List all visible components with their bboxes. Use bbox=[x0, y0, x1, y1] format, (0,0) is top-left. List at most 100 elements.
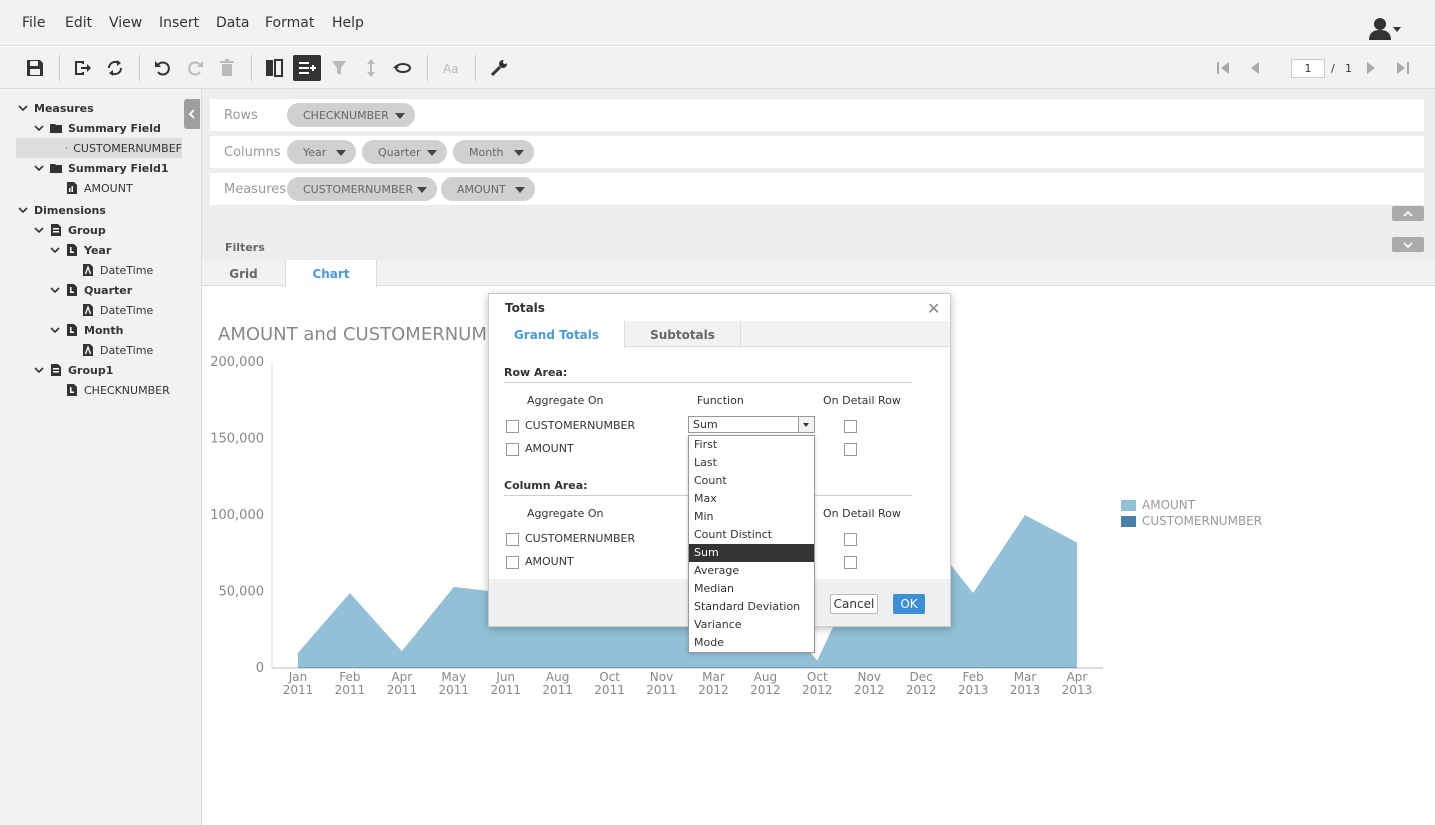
x-tick-label-year: 2013 bbox=[958, 683, 989, 697]
tab-grid[interactable]: Grid bbox=[202, 260, 286, 287]
tree-summary-field[interactable]: Summary Field bbox=[34, 118, 161, 138]
attribute-icon bbox=[83, 344, 93, 356]
expand-filters-button[interactable] bbox=[1392, 237, 1424, 252]
dialog-tabs: Grand Totals Subtotals bbox=[489, 321, 950, 348]
x-tick-label-year: 2011 bbox=[594, 683, 625, 697]
function-option-last[interactable]: Last bbox=[689, 454, 814, 472]
col-customernumber-checkbox[interactable] bbox=[506, 533, 519, 546]
folder-icon bbox=[50, 124, 62, 133]
x-tick-label: Mar bbox=[1014, 670, 1037, 684]
function-option-count-distinct[interactable]: Count Distinct bbox=[689, 526, 814, 544]
function-option-average[interactable]: Average bbox=[689, 562, 814, 580]
y-tick-label: 200,000 bbox=[210, 355, 264, 370]
measures-pill-amount[interactable]: AMOUNT bbox=[441, 177, 535, 201]
ok-button[interactable]: OK bbox=[893, 594, 925, 614]
measures-pill-customernumber[interactable]: CUSTOMERNUMBER bbox=[287, 177, 437, 201]
function-select[interactable]: Sum bbox=[688, 416, 815, 433]
row-customernumber-checkbox[interactable] bbox=[506, 420, 519, 433]
tab-subtotals[interactable]: Subtotals bbox=[625, 321, 741, 348]
x-tick-label-year: 2012 bbox=[750, 683, 781, 697]
function-option-min[interactable]: Min bbox=[689, 508, 814, 526]
tree-month[interactable]: Month bbox=[50, 320, 123, 340]
rows-pill-checknumber[interactable]: CHECKNUMBER bbox=[287, 103, 415, 127]
menu-file[interactable]: File bbox=[22, 15, 45, 31]
x-tick-label: Oct bbox=[807, 670, 828, 684]
legend-item-customernumber[interactable]: CUSTOMERNUMBER bbox=[1121, 514, 1262, 528]
legend-item-amount[interactable]: AMOUNT bbox=[1121, 498, 1195, 512]
columns-pill-year[interactable]: Year bbox=[287, 140, 356, 164]
save-icon[interactable] bbox=[23, 56, 47, 80]
tree-month-datetime[interactable]: DateTime bbox=[82, 340, 153, 360]
tree-checknumber[interactable]: CHECKNUMBER bbox=[66, 380, 170, 400]
col-amount-detail-checkbox[interactable] bbox=[844, 556, 857, 569]
function-option-mode[interactable]: Mode bbox=[689, 634, 814, 652]
tree-group[interactable]: Group bbox=[34, 220, 106, 240]
first-page-icon[interactable] bbox=[1211, 56, 1235, 80]
function-option-standard-deviation[interactable]: Standard Deviation bbox=[689, 598, 814, 616]
prev-page-icon[interactable] bbox=[1243, 56, 1267, 80]
add-totals-icon[interactable] bbox=[293, 55, 321, 81]
x-tick-label-year: 2011 bbox=[439, 683, 470, 697]
cancel-button[interactable]: Cancel bbox=[830, 594, 878, 614]
tree-customernumber[interactable]: CUSTOMERNUMBEF bbox=[16, 138, 182, 158]
row-amount-label: AMOUNT bbox=[525, 442, 574, 455]
tree-amount[interactable]: AMOUNT bbox=[66, 178, 133, 198]
collapse-up-button[interactable] bbox=[1392, 206, 1424, 221]
page-number-input[interactable] bbox=[1291, 59, 1325, 78]
refresh-icon[interactable] bbox=[103, 56, 127, 80]
tree-year-datetime[interactable]: DateTime bbox=[82, 260, 153, 280]
undo-icon[interactable] bbox=[151, 56, 175, 80]
columns-pill-quarter[interactable]: Quarter bbox=[362, 140, 447, 164]
rows-drop-zone[interactable]: Rows CHECKNUMBER bbox=[210, 99, 1424, 131]
menu-data[interactable]: Data bbox=[216, 15, 249, 31]
text-format-icon: Aa bbox=[440, 56, 464, 80]
tree-quarter-datetime[interactable]: DateTime bbox=[82, 300, 153, 320]
function-option-sum[interactable]: Sum bbox=[689, 544, 814, 562]
function-option-first[interactable]: First bbox=[689, 436, 814, 454]
tree-dimensions[interactable]: Dimensions bbox=[18, 200, 106, 220]
next-page-icon[interactable] bbox=[1359, 56, 1383, 80]
close-icon[interactable]: ✕ bbox=[927, 299, 940, 318]
columns-pill-month[interactable]: Month bbox=[453, 140, 534, 164]
caret-down-icon bbox=[427, 150, 437, 156]
function-option-median[interactable]: Median bbox=[689, 580, 814, 598]
col-amount-label: AMOUNT bbox=[525, 555, 574, 568]
function-option-max[interactable]: Max bbox=[689, 490, 814, 508]
columns-drop-zone[interactable]: Columns Year Quarter Month bbox=[210, 136, 1424, 168]
settings-icon[interactable] bbox=[487, 56, 511, 80]
last-page-icon[interactable] bbox=[1391, 56, 1415, 80]
y-tick-label: 100,000 bbox=[210, 508, 264, 523]
tab-chart[interactable]: Chart bbox=[285, 260, 377, 287]
row-customernumber-detail-checkbox[interactable] bbox=[844, 420, 857, 433]
menu-format[interactable]: Format bbox=[265, 15, 314, 31]
row-amount-checkbox[interactable] bbox=[506, 443, 519, 456]
x-tick-label: Nov bbox=[858, 670, 881, 684]
tree-measures[interactable]: Measures bbox=[18, 98, 94, 118]
layout-icon[interactable] bbox=[262, 56, 286, 80]
collapse-panel-button[interactable] bbox=[184, 99, 200, 129]
function-option-count[interactable]: Count bbox=[689, 472, 814, 490]
export-icon[interactable] bbox=[70, 56, 94, 80]
measures-label: Measures bbox=[224, 182, 287, 197]
dialog-title: Totals bbox=[505, 301, 545, 315]
menu-view[interactable]: View bbox=[109, 15, 142, 31]
menu-edit[interactable]: Edit bbox=[65, 15, 92, 31]
user-icon[interactable] bbox=[1368, 17, 1402, 41]
menu-help[interactable]: Help bbox=[332, 15, 364, 31]
tab-grand-totals[interactable]: Grand Totals bbox=[489, 321, 625, 348]
menu-insert[interactable]: Insert bbox=[159, 15, 199, 31]
tree-year[interactable]: Year bbox=[50, 240, 111, 260]
tree-summary-field1[interactable]: Summary Field1 bbox=[34, 158, 169, 178]
col-amount-checkbox[interactable] bbox=[506, 556, 519, 569]
row-amount-detail-checkbox[interactable] bbox=[844, 443, 857, 456]
chevron-down-icon bbox=[1403, 241, 1413, 248]
function-option-variance[interactable]: Variance bbox=[689, 616, 814, 634]
x-tick-label: Jan bbox=[288, 670, 308, 684]
tree-group1[interactable]: Group1 bbox=[34, 360, 113, 380]
col-customernumber-detail-checkbox[interactable] bbox=[844, 533, 857, 546]
measures-drop-zone[interactable]: Measures CUSTOMERNUMBER AMOUNT bbox=[210, 173, 1424, 205]
tree-quarter[interactable]: Quarter bbox=[50, 280, 132, 300]
x-tick-label: Feb bbox=[962, 670, 983, 684]
caret-down-icon bbox=[514, 150, 524, 156]
swap-axes-icon[interactable] bbox=[391, 56, 415, 80]
